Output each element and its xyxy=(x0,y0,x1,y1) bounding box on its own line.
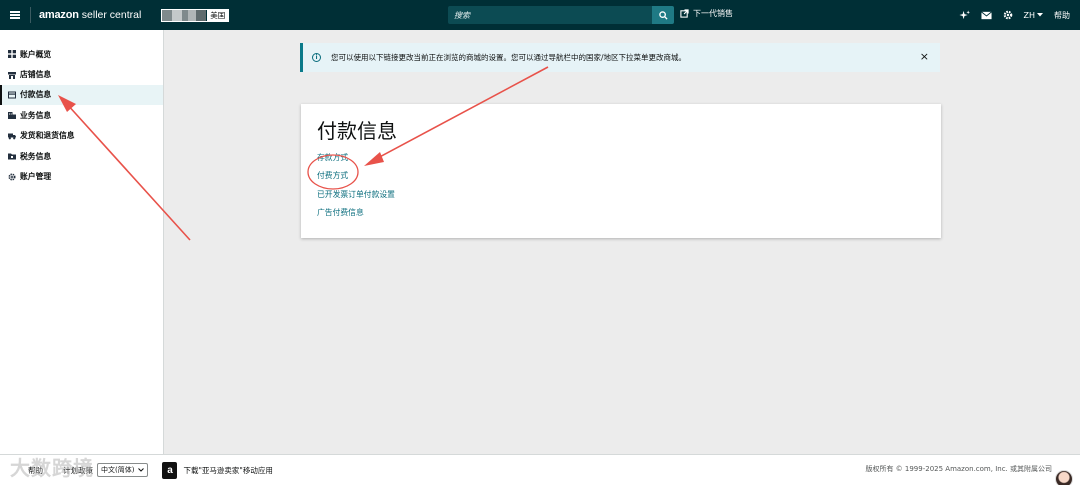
page-title: 付款信息 xyxy=(317,119,397,143)
amazon-app-icon: a xyxy=(162,461,178,479)
search-button[interactable] xyxy=(652,6,674,24)
mail-icon[interactable] xyxy=(980,10,992,20)
sidebar-item-label: 税务信息 xyxy=(20,151,52,161)
sidebar: 账户概览 店铺信息 付款信息 业务信息 发货和退货信息 税务信息 账户管理 xyxy=(0,30,164,454)
gear-icon xyxy=(8,173,16,181)
store-switcher[interactable]: 美国 xyxy=(161,8,230,22)
store-region-label: 美国 xyxy=(210,10,226,20)
sidebar-item-tax-info[interactable]: 税务信息 xyxy=(0,146,163,166)
chevron-down-icon xyxy=(1037,13,1043,17)
banner-text: 您可以使用以下链接更改当前正在浏览的商城的设置。您可以通过导航栏中的国家/地区下… xyxy=(331,53,687,62)
payment-info-card: 付款信息 存款方式 付费方式 已开发票订单付款设置 广告付费信息 xyxy=(301,104,941,238)
external-link-icon xyxy=(680,9,689,18)
search-input[interactable] xyxy=(448,6,652,24)
menu-icon[interactable] xyxy=(0,0,30,30)
app-promo-text: 下载"亚马逊卖家"移动应用 xyxy=(183,465,273,475)
store-icon xyxy=(8,71,16,79)
sidebar-item-shipping-returns[interactable]: 发货和退货信息 xyxy=(0,126,163,146)
sidebar-item-label: 账户管理 xyxy=(20,172,52,182)
sidebar-item-business-info[interactable]: 业务信息 xyxy=(0,105,163,125)
sparkle-icon[interactable] xyxy=(958,9,970,21)
footer-language-select[interactable]: 中文(简体) xyxy=(97,463,149,477)
next-gen-label: 下一代销售 xyxy=(693,9,733,18)
amazon-seller-central-logo[interactable]: amazon seller central xyxy=(30,7,141,23)
sidebar-item-store-info[interactable]: 店铺信息 xyxy=(0,64,163,84)
grid-icon xyxy=(8,50,16,59)
chevron-down-icon xyxy=(138,468,145,472)
top-navigation-bar: amazon seller central 美国 下一代销售 ZH 帮助 xyxy=(0,0,1080,30)
copyright-text: 版权所有 © 1999-2025 Amazon.com, Inc. 或其附属公司 xyxy=(865,465,1052,473)
building-icon xyxy=(8,112,16,120)
top-right-actions: ZH 帮助 xyxy=(958,0,1070,30)
logo-amazon-text: amazon xyxy=(39,9,79,21)
language-selector[interactable]: ZH xyxy=(1023,10,1043,20)
marketplace-info-banner: i 您可以使用以下链接更改当前正在浏览的商城的设置。您可以通过导航栏中的国家/地… xyxy=(300,43,940,72)
invoiced-order-payment-settings-link[interactable]: 已开发票订单付款设置 xyxy=(317,189,925,207)
help-link[interactable]: 帮助 xyxy=(1054,10,1070,21)
footer-language-value: 中文(简体) xyxy=(101,466,135,474)
watermark-text: 大数跨境 xyxy=(10,456,94,480)
charge-method-link[interactable]: 付费方式 xyxy=(317,170,925,188)
sidebar-item-payment-info[interactable]: 付款信息 xyxy=(0,84,163,106)
folder-icon xyxy=(8,153,16,160)
sidebar-item-label: 业务信息 xyxy=(20,110,52,120)
sidebar-item-label: 发货和退货信息 xyxy=(20,131,75,141)
close-icon[interactable]: × xyxy=(920,51,929,62)
sidebar-item-label: 店铺信息 xyxy=(20,70,52,80)
footer: 帮助 计划政策 中文(简体) a 下载"亚马逊卖家"移动应用 版权所有 © 19… xyxy=(0,454,1080,485)
sidebar-item-label: 付款信息 xyxy=(20,90,52,100)
search-bar xyxy=(448,6,674,24)
gear-icon[interactable] xyxy=(1003,10,1013,20)
sidebar-item-account-overview[interactable]: 账户概览 xyxy=(0,44,163,64)
logo-seller-central-text: seller central xyxy=(81,9,142,21)
card-icon xyxy=(8,91,16,99)
truck-icon xyxy=(8,133,16,140)
advertising-billing-info-link[interactable]: 广告付费信息 xyxy=(317,207,925,225)
language-label: ZH xyxy=(1023,10,1036,20)
next-gen-selling-link[interactable]: 下一代销售 xyxy=(680,8,733,19)
sidebar-item-account-management[interactable]: 账户管理 xyxy=(0,166,163,186)
avatar[interactable] xyxy=(1055,470,1073,485)
deposit-method-link[interactable]: 存款方式 xyxy=(317,152,925,170)
mobile-app-promo[interactable]: a 下载"亚马逊卖家"移动应用 xyxy=(162,461,273,479)
redacted-store-name xyxy=(162,9,207,21)
info-icon: i xyxy=(312,53,321,62)
sidebar-item-label: 账户概览 xyxy=(20,49,52,59)
search-icon xyxy=(658,10,668,20)
